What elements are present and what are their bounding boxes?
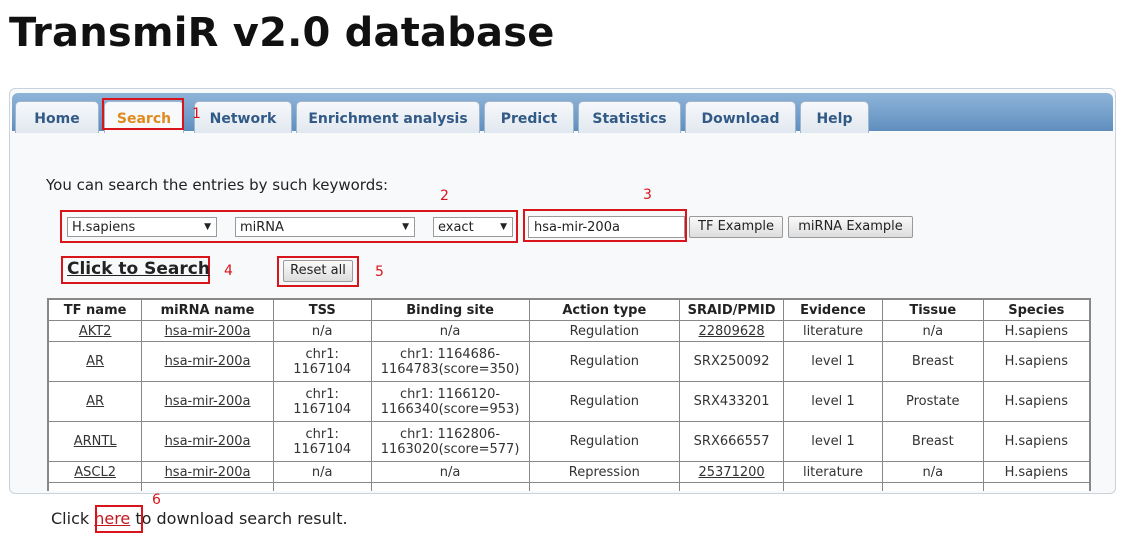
binding-cell: chr1: 1166120- 1166340(score=953) [370,381,530,422]
mirna-link[interactable]: hsa-mir-200a [165,354,251,369]
table-row: AR hsa-mir-200a chr1: 1167104 chr1: 11646… [47,341,1091,382]
results-table: TF name miRNA name TSS Binding site Acti… [47,298,1091,491]
tf-link[interactable]: AKT2 [79,324,112,339]
tss-cell: chr1: 1167104 [272,381,372,422]
pmid-link[interactable]: 25371200 [698,465,764,480]
table-row: AR hsa-mir-200a chr1: 1167104 chr1: 11661… [47,381,1091,422]
tf-link[interactable]: ASCL2 [74,465,116,480]
column-header: Action type [528,298,681,321]
column-header: Species [982,298,1091,321]
column-header: Binding site [370,298,530,321]
table-row: AKT2 hsa-mir-200a n/a n/a Regulation 228… [47,320,1091,342]
table-row: ARNTL hsa-mir-200a chr1: 1167104 chr1: 11… [47,421,1091,462]
tissue-cell: Breast [881,421,984,462]
column-header: miRNA name [141,298,274,321]
evidence-cell: literature [783,320,883,342]
evidence-cell: level 1 [783,421,883,462]
tss-cell: n/a [272,461,372,483]
annotation-box-download-link [95,505,143,533]
species-cell: H.sapiens [982,320,1091,342]
tissue-cell: Breast [881,341,984,382]
tss-cell: chr1: 1167104 [272,341,372,382]
sraid-cell: SRX666557 [679,421,785,462]
footer-suffix: to download search result. [130,509,348,528]
column-header: SRAID/PMID [679,298,785,321]
action-cell: Repression [528,461,681,483]
tissue-cell: Prostate [881,381,984,422]
tss-cell: n/a [272,320,372,342]
results-clip: TF name miRNA name TSS Binding site Acti… [0,0,1128,491]
action-cell: Regulation [528,381,681,422]
tissue-cell: n/a [881,320,984,342]
sraid-cell: SRX250092 [679,341,785,382]
evidence-cell: level 1 [783,381,883,422]
mirna-link[interactable]: hsa-mir-200a [165,465,251,480]
species-cell: H.sapiens [982,341,1091,382]
tf-link[interactable]: AR [86,354,104,369]
tf-link[interactable]: ARNTL [74,434,117,449]
evidence-cell: level 1 [783,341,883,382]
table-row: ASCL2 hsa-mir-200a n/a n/a Repression 25… [47,461,1091,483]
tf-link[interactable]: AR [86,394,104,409]
action-cell: Regulation [528,320,681,342]
species-cell: H.sapiens [982,461,1091,483]
tss-cell: chr1: 1167104 [272,421,372,462]
table-row [47,482,1091,491]
binding-cell: chr1: 1164686- 1164783(score=350) [370,341,530,382]
table-header-row: TF name miRNA name TSS Binding site Acti… [47,298,1091,321]
binding-cell: chr1: 1162806- 1163020(score=577) [370,421,530,462]
column-header: TF name [47,298,143,321]
tissue-cell: n/a [881,461,984,483]
binding-cell: n/a [370,461,530,483]
column-header: Evidence [783,298,883,321]
species-cell: H.sapiens [982,381,1091,422]
mirna-link[interactable]: hsa-mir-200a [165,394,251,409]
column-header: TSS [272,298,372,321]
evidence-cell: literature [783,461,883,483]
action-cell: Regulation [528,421,681,462]
binding-cell: n/a [370,320,530,342]
mirna-link[interactable]: hsa-mir-200a [165,324,251,339]
pmid-link[interactable]: 22809628 [698,324,764,339]
action-cell: Regulation [528,341,681,382]
mirna-link[interactable]: hsa-mir-200a [165,434,251,449]
column-header: Tissue [881,298,984,321]
species-cell: H.sapiens [982,421,1091,462]
footer-prefix: Click [51,509,95,528]
sraid-cell: SRX433201 [679,381,785,422]
annotation-number-6: 6 [152,492,161,508]
